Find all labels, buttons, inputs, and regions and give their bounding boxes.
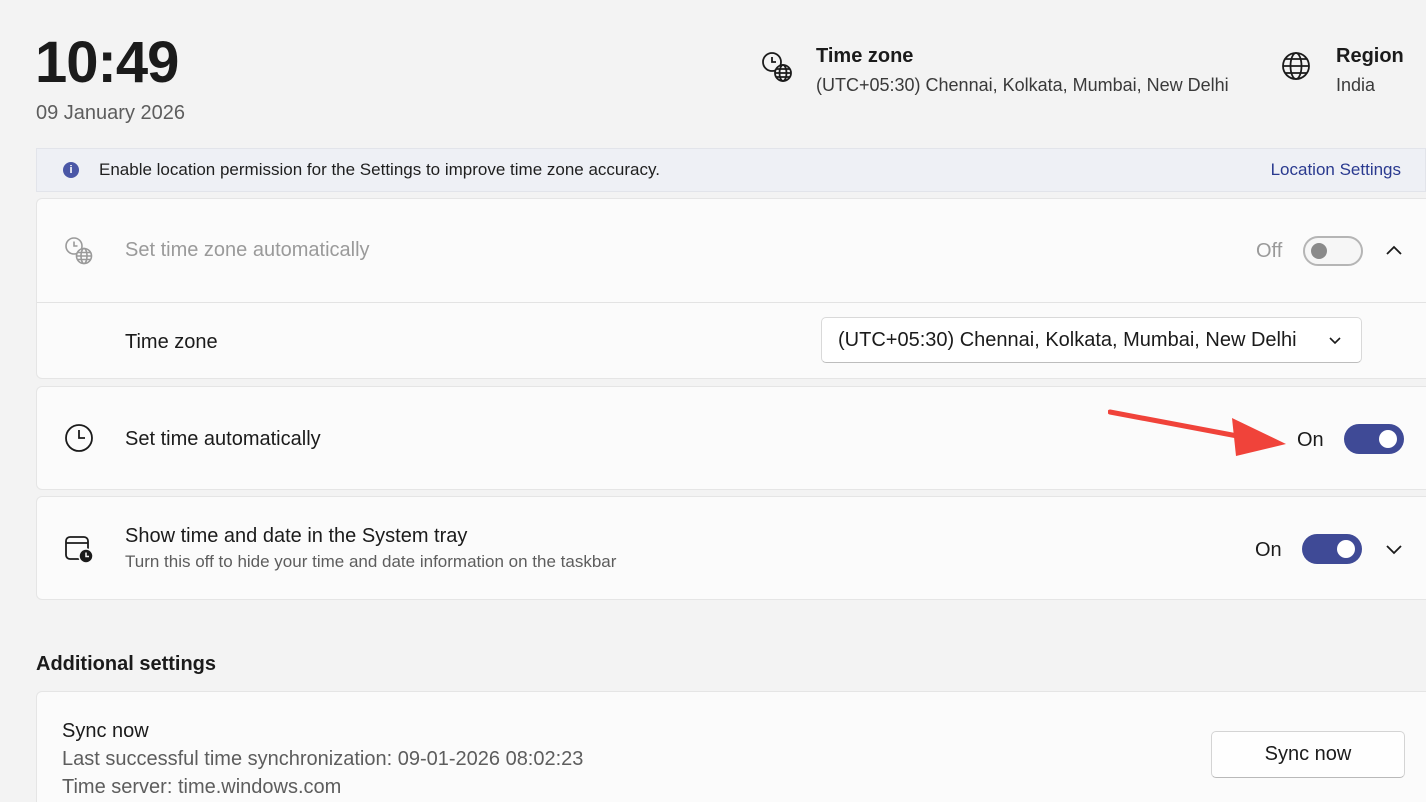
timezone-card: Set time zone automatically Off Time zon…	[36, 198, 1426, 379]
timezone-value: (UTC+05:30) Chennai, Kolkata, Mumbai, Ne…	[816, 75, 1229, 95]
timezone-select-row: Time zone (UTC+05:30) Chennai, Kolkata, …	[37, 303, 1426, 380]
additional-settings-title: Additional settings	[36, 653, 216, 675]
clock-time: 10:49	[35, 30, 179, 95]
auto-timezone-state: Off	[1256, 240, 1283, 262]
system-tray-state: On	[1255, 539, 1282, 561]
system-tray-text: Show time and date in the System tray Tu…	[125, 525, 616, 572]
chevron-up-icon[interactable]	[1384, 241, 1404, 261]
system-tray-sub: Turn this off to hide your time and date…	[125, 552, 617, 571]
timezone-select-label: Time zone	[125, 331, 218, 353]
clock-globe-icon	[762, 52, 792, 82]
region-title: Region	[1336, 45, 1404, 67]
auto-time-label: Set time automatically	[125, 428, 321, 450]
timezone-summary: Time zone (UTC+05:30) Chennai, Kolkata, …	[760, 44, 1229, 96]
info-text: Enable location permission for the Setti…	[99, 160, 660, 179]
chevron-down-icon	[1329, 337, 1341, 345]
region-summary: Region India	[1280, 44, 1404, 96]
globe-icon	[1282, 52, 1310, 80]
system-tray-toggle[interactable]	[1302, 534, 1362, 564]
system-tray-card: Show time and date in the System tray Tu…	[36, 496, 1426, 600]
sync-text: Sync now Last successful time synchroniz…	[62, 717, 583, 801]
clock-globe-icon	[65, 237, 93, 265]
auto-time-toggle[interactable]	[1344, 424, 1404, 454]
timezone-dropdown[interactable]: (UTC+05:30) Chennai, Kolkata, Mumbai, Ne…	[821, 317, 1362, 363]
last-sync-text: Last successful time synchronization: 09…	[62, 748, 584, 770]
auto-timezone-label: Set time zone automatically	[125, 239, 370, 261]
location-settings-link[interactable]: Location Settings	[1271, 160, 1401, 180]
auto-timezone-toggle[interactable]	[1303, 236, 1363, 266]
annotation-arrow-icon	[1108, 409, 1286, 456]
auto-time-state: On	[1297, 429, 1324, 451]
auto-timezone-row: Set time zone automatically Off	[37, 199, 1426, 303]
clock-icon	[65, 424, 93, 452]
sync-now-button[interactable]: Sync now	[1211, 731, 1405, 778]
calendar-clock-icon	[65, 536, 94, 564]
sync-label: Sync now	[62, 720, 149, 742]
timezone-title: Time zone	[816, 45, 914, 67]
location-info-bar: i Enable location permission for the Set…	[36, 148, 1426, 192]
time-server-text: Time server: time.windows.com	[62, 776, 342, 798]
sync-card: Sync now Last successful time synchroniz…	[36, 691, 1426, 802]
system-tray-label: Show time and date in the System tray	[125, 525, 468, 547]
info-icon: i	[63, 162, 79, 178]
timezone-dropdown-value: (UTC+05:30) Chennai, Kolkata, Mumbai, Ne…	[838, 328, 1297, 351]
clock-date: 09 January 2026	[36, 102, 186, 124]
settings-page: 10:49 09 January 2026 Time zone (UTC+05:…	[0, 0, 1426, 802]
region-value: India	[1336, 75, 1376, 95]
chevron-down-icon[interactable]	[1384, 539, 1404, 559]
